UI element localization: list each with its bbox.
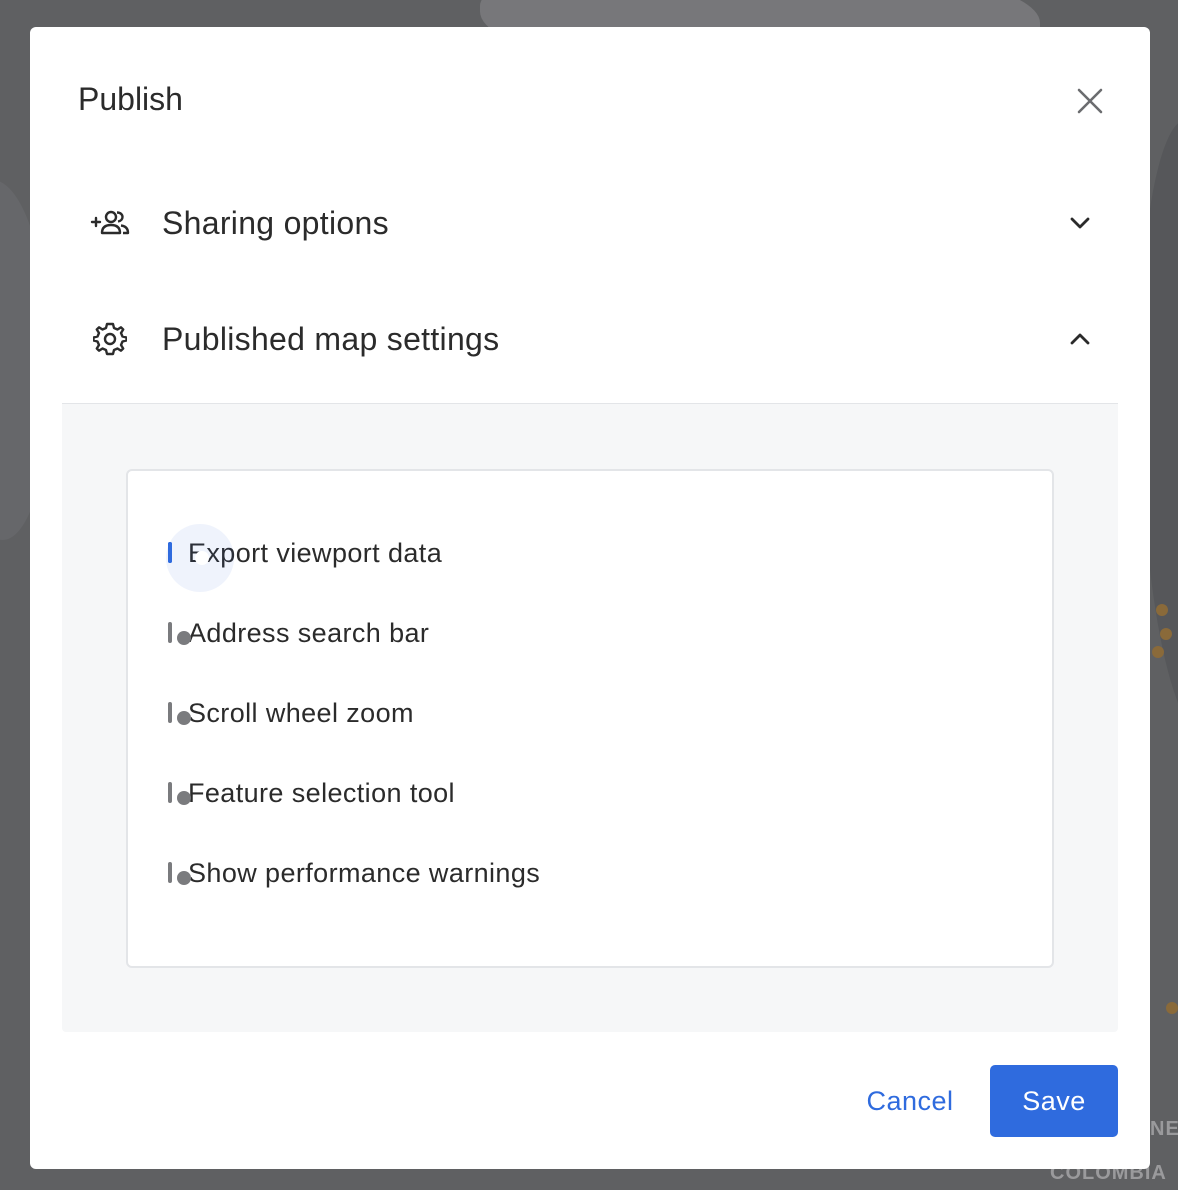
published-map-settings-label: Published map settings — [162, 320, 500, 357]
gear-icon — [90, 319, 130, 359]
published-settings-panel: Export viewport data Address search bar … — [62, 404, 1118, 1032]
toggle-label: Scroll wheel zoom — [188, 697, 414, 728]
toggle-wrap — [168, 622, 191, 645]
toggle-wrap — [168, 862, 191, 885]
map-point — [1166, 1002, 1178, 1014]
sharing-options-label: Sharing options — [162, 204, 389, 241]
add-people-icon — [90, 203, 130, 243]
map-point — [1156, 604, 1168, 616]
toggle-knob — [177, 711, 191, 725]
chevron-down-icon — [1062, 205, 1098, 241]
feature-selection-tool-toggle[interactable] — [168, 782, 191, 805]
toggle-label: Address search bar — [188, 617, 430, 648]
settings-card: Export viewport data Address search bar … — [126, 469, 1054, 968]
map-label-ne: NE — [1150, 1118, 1178, 1140]
close-button[interactable] — [1070, 81, 1110, 121]
toggle-wrap — [168, 542, 209, 565]
toggle-row-show-performance-warnings[interactable]: Show performance warnings — [168, 853, 540, 893]
cancel-button[interactable]: Cancel — [846, 1065, 974, 1137]
toggle-row-export-viewport-data[interactable]: Export viewport data — [168, 533, 442, 573]
scroll-wheel-zoom-toggle[interactable] — [168, 702, 191, 725]
sharing-options-header[interactable]: Sharing options — [62, 183, 1118, 263]
export-viewport-data-toggle[interactable] — [168, 542, 209, 565]
toggle-row-scroll-wheel-zoom[interactable]: Scroll wheel zoom — [168, 693, 414, 733]
dialog-title: Publish — [78, 81, 183, 117]
map-point — [1160, 628, 1172, 640]
toggle-label: Feature selection tool — [188, 777, 455, 808]
toggle-knob — [177, 631, 191, 645]
toggle-knob — [177, 871, 191, 885]
toggle-row-address-search-bar[interactable]: Address search bar — [168, 613, 429, 653]
published-map-settings-header[interactable]: Published map settings — [62, 299, 1118, 379]
publish-dialog: Publish Sharing options Published map se… — [30, 27, 1150, 1169]
toggle-knob — [195, 551, 209, 565]
save-button[interactable]: Save — [990, 1065, 1118, 1137]
toggle-wrap — [168, 702, 191, 725]
toggle-wrap — [168, 782, 191, 805]
address-search-bar-toggle[interactable] — [168, 622, 191, 645]
show-performance-warnings-toggle[interactable] — [168, 862, 191, 885]
toggle-row-feature-selection-tool[interactable]: Feature selection tool — [168, 773, 455, 813]
close-icon — [1077, 88, 1103, 114]
toggle-knob — [177, 791, 191, 805]
map-point — [1152, 646, 1164, 658]
chevron-up-icon — [1062, 321, 1098, 357]
toggle-label: Show performance warnings — [188, 857, 541, 888]
